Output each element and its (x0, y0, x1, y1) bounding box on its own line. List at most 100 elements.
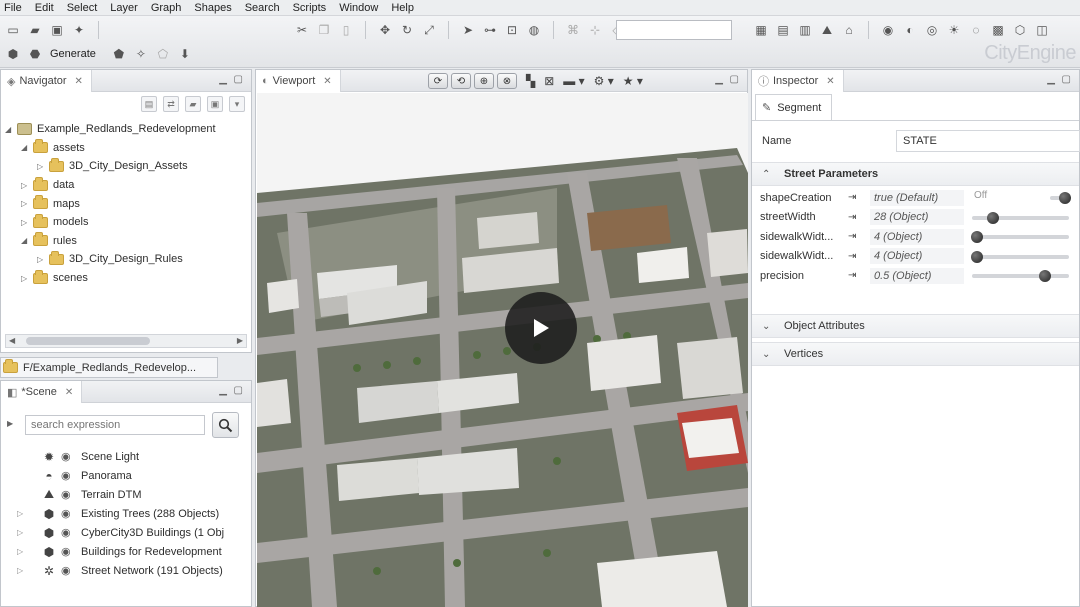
scene-layer[interactable]: ▷ ⬢ ◉ Buildings for Redevelopment (17, 542, 224, 561)
section-object-attributes[interactable]: ⌄ Object Attributes (752, 314, 1079, 338)
copy-icon[interactable]: ❐ (315, 21, 333, 39)
expand-icon[interactable]: ▶ (7, 419, 13, 428)
filter-icon[interactable]: ▣ (207, 96, 223, 112)
expanded-icon[interactable]: ◢ (21, 143, 33, 152)
attribute-value[interactable]: 0.5 (Object) (870, 267, 964, 284)
value-slider[interactable] (972, 211, 1069, 224)
scene-layer[interactable]: ▷ ✲ ◉ Street Network (191 Objects) (17, 561, 224, 580)
scene-layer[interactable]: ⛰ ◉ Terrain DTM (17, 485, 224, 504)
collapsed-icon[interactable]: ▷ (17, 528, 41, 537)
menu-select[interactable]: Select (63, 2, 107, 14)
grid-icon[interactable]: ▩ (989, 21, 1007, 39)
slider-knob[interactable] (970, 231, 983, 243)
visibility-eye-icon[interactable]: ◉ (61, 526, 75, 539)
rotate-icon[interactable]: ↻ (398, 21, 416, 39)
move-icon[interactable]: ✥ (376, 21, 394, 39)
link-editor-icon[interactable]: ⇄ (163, 96, 179, 112)
scroll-left-icon[interactable]: ◀ (9, 336, 15, 345)
connect-source-icon[interactable]: ⇥ (848, 192, 870, 203)
tab-viewport[interactable]: ◐ Viewport ✕ (256, 70, 341, 92)
tree-item[interactable]: ▷ models (5, 213, 216, 232)
settings-gear-icon[interactable]: ⚙ ▾ (594, 74, 614, 88)
menu-shapes[interactable]: Shapes (190, 2, 240, 14)
camera-orbit-icon[interactable]: ⟳ (428, 73, 448, 89)
attribute-value[interactable]: 4 (Object) (870, 228, 964, 245)
camera-zoom-icon[interactable]: ⊕ (474, 73, 494, 89)
slider-knob[interactable] (1038, 270, 1051, 282)
camera-pan-icon[interactable]: ⟲ (451, 73, 471, 89)
collapsed-icon[interactable]: ▷ (37, 162, 49, 171)
normals-icon[interactable]: ⬡ (1011, 21, 1029, 39)
generate-icon[interactable]: ⬣ (26, 45, 44, 63)
search-input[interactable] (25, 415, 205, 435)
generate-models-icon[interactable]: ⬢ (4, 45, 22, 63)
tree-item[interactable]: ▷ 3D_City_Design_Rules (5, 250, 216, 269)
visibility-eye-icon[interactable]: ◉ (61, 450, 75, 463)
visibility-eye-icon[interactable]: ◉ (61, 564, 75, 577)
section-vertices[interactable]: ⌄ Vertices (752, 342, 1079, 366)
street-tool-icon[interactable]: ⊹ (586, 21, 604, 39)
view-side-icon[interactable]: ▥ (796, 21, 814, 39)
open-folder-icon[interactable]: ▰ (26, 21, 44, 39)
close-icon[interactable]: ✕ (826, 76, 834, 87)
visibility-eye-icon[interactable]: ◉ (61, 545, 75, 558)
align-icon[interactable]: ⬠ (154, 45, 172, 63)
minimize-icon[interactable]: ▁ (715, 74, 723, 85)
menu-edit[interactable]: Edit (31, 2, 63, 14)
minimize-icon[interactable]: ▁ (1047, 74, 1055, 85)
play-button[interactable] (505, 292, 577, 364)
tab-navigator[interactable]: ◈ Navigator ✕ (1, 70, 92, 92)
slider-knob[interactable] (987, 211, 1000, 224)
value-slider[interactable] (970, 231, 1069, 243)
maximize-icon[interactable]: ▢ (1062, 74, 1071, 85)
section-street-parameters[interactable]: ⌃ Street Parameters (752, 162, 1079, 186)
new-file-icon[interactable]: ▭ (4, 21, 22, 39)
value-slider[interactable] (972, 270, 1069, 282)
cut-icon[interactable]: ✂ (293, 21, 311, 39)
horizontal-scrollbar[interactable]: ◀ ▶ (5, 334, 247, 348)
collapse-all-icon[interactable]: ▤ (141, 96, 157, 112)
scene-layer[interactable]: ◓ ◉ Panorama (17, 466, 224, 485)
collapsed-icon[interactable]: ▷ (21, 274, 33, 283)
minimize-icon[interactable]: ▁ (219, 74, 227, 85)
connect-source-icon[interactable]: ⇥ (848, 212, 870, 223)
menu-search[interactable]: Search (241, 2, 289, 14)
menu-file[interactable]: File (0, 2, 31, 14)
export-icon[interactable]: ⬇ (176, 45, 194, 63)
globe-icon[interactable]: ◍ (525, 21, 543, 39)
close-icon[interactable]: ✕ (65, 387, 73, 398)
scene-layer[interactable]: ▷ ⬢ ◉ Existing Trees (288 Objects) (17, 504, 224, 523)
view-menu-icon[interactable]: ▾ (229, 96, 245, 112)
close-icon[interactable]: ✕ (75, 76, 83, 87)
texture-icon[interactable]: ◐ (901, 21, 919, 39)
camera-icon[interactable]: ◫ (1033, 21, 1051, 39)
tree-item[interactable]: ▷ 3D_City_Design_Assets (5, 157, 216, 176)
camera-fly-icon[interactable]: ⊗ (497, 73, 517, 89)
favorites-star-icon[interactable]: ★ ▾ (623, 74, 643, 88)
scrollbar-thumb[interactable] (26, 337, 150, 345)
maximize-icon[interactable]: ▢ (234, 74, 243, 85)
3d-city-view[interactable] (257, 93, 748, 607)
slider-knob[interactable] (970, 250, 983, 263)
generate-button[interactable]: Generate (50, 48, 96, 60)
connect-source-icon[interactable]: ⇥ (848, 231, 870, 242)
visibility-eye-icon[interactable]: ◉ (61, 507, 75, 520)
scale-icon[interactable]: ⤢ (420, 21, 438, 39)
cleanup-icon[interactable]: ✧ (132, 45, 150, 63)
select-arrow-icon[interactable]: ➤ (459, 21, 477, 39)
frame-icon[interactable]: ⊡ (503, 21, 521, 39)
maximize-icon[interactable]: ▢ (234, 385, 243, 396)
scroll-right-icon[interactable]: ▶ (237, 336, 243, 345)
menu-layer[interactable]: Layer (106, 2, 147, 14)
name-field[interactable]: STATE (896, 130, 1080, 152)
attribute-value[interactable]: true (Default) (870, 189, 964, 206)
collapsed-icon[interactable]: ▷ (21, 218, 33, 227)
path-bar[interactable]: F/Example_Redlands_Redevelop... (0, 357, 218, 378)
attribute-value[interactable]: 28 (Object) (870, 209, 964, 225)
attribute-value[interactable]: 4 (Object) (870, 248, 964, 264)
maximize-icon[interactable]: ▢ (730, 74, 739, 85)
wand-icon[interactable]: ✦ (70, 21, 88, 39)
collapsed-icon[interactable]: ▷ (37, 255, 49, 264)
tree-item[interactable]: ◢ rules (5, 232, 216, 251)
visibility-eye-icon[interactable]: ◉ (61, 469, 75, 482)
